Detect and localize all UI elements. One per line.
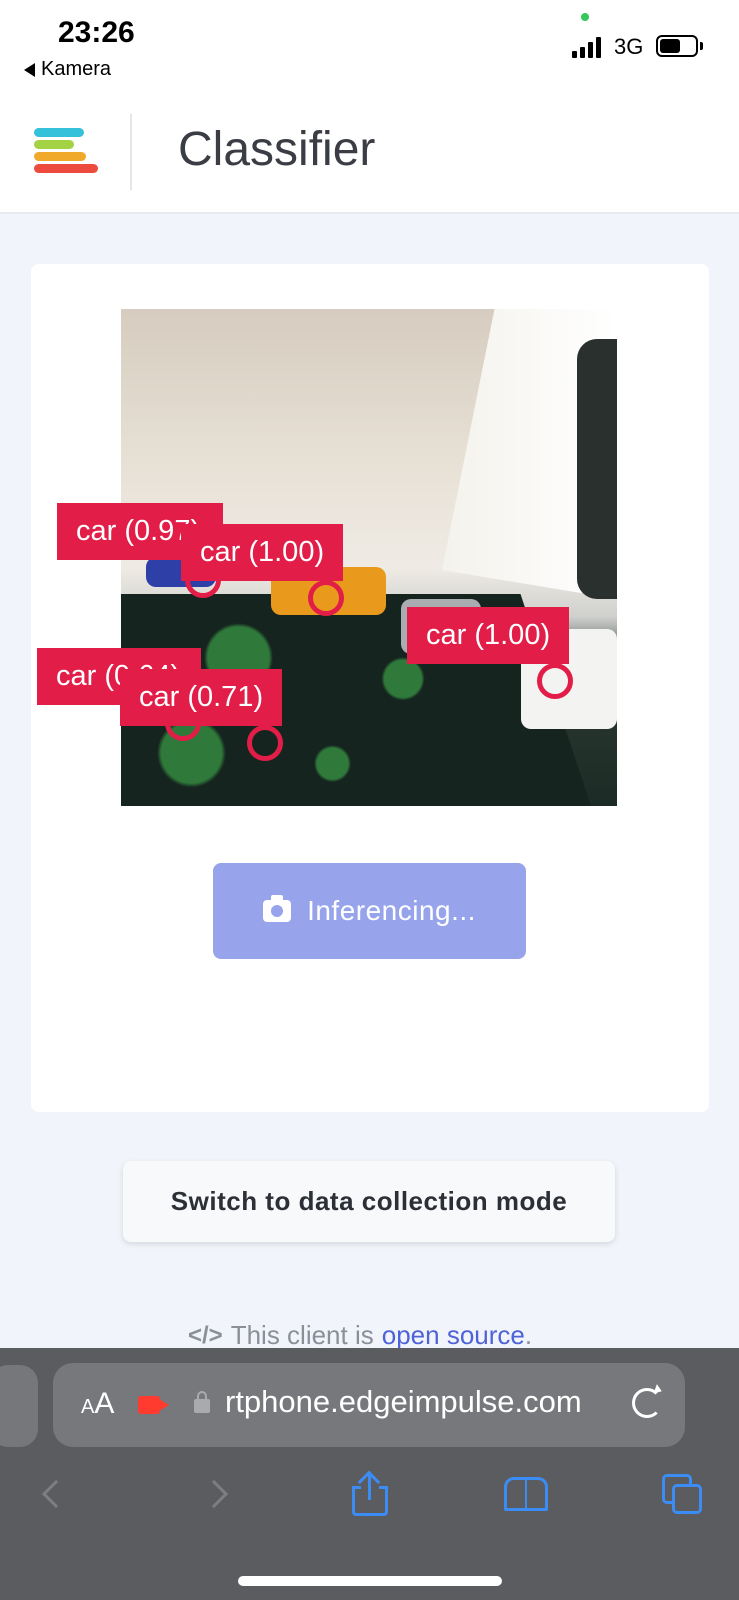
logo-bar: [34, 128, 84, 137]
signal-strength-icon: [572, 36, 601, 58]
detection-marker: [308, 580, 344, 616]
forward-icon: [199, 1479, 229, 1509]
footer-suffix: .: [524, 1320, 533, 1350]
previous-tab-peek[interactable]: [0, 1365, 38, 1447]
reader-options-button[interactable]: AA: [81, 1387, 114, 1421]
network-type: 3G: [614, 34, 644, 59]
share-icon: [352, 1470, 388, 1516]
camera-recording-icon[interactable]: [138, 1396, 160, 1414]
back-button[interactable]: [28, 1466, 84, 1522]
header-divider: [130, 114, 132, 190]
share-button[interactable]: [342, 1466, 398, 1522]
status-time: 23:26: [58, 16, 135, 49]
battery-level: [660, 39, 680, 53]
home-indicator[interactable]: [238, 1576, 502, 1586]
tabs-icon: [662, 1474, 702, 1514]
logo-bar: [34, 140, 74, 149]
bookmarks-button[interactable]: [498, 1466, 554, 1522]
logo-bar: [34, 164, 98, 173]
open-source-link[interactable]: open source: [382, 1320, 525, 1350]
detection-label: car (1.00): [181, 524, 344, 581]
inferencing-button[interactable]: Inferencing...: [213, 863, 526, 959]
lock-icon: [194, 1391, 210, 1413]
footer-prefix: This client is: [230, 1320, 374, 1350]
battery-nub: [700, 42, 703, 50]
forward-button[interactable]: [186, 1466, 242, 1522]
status-bar: 23:26 Kamera 3G: [0, 0, 739, 92]
camera-icon: [263, 895, 292, 922]
back-triangle-icon: [24, 62, 35, 77]
switch-mode-button[interactable]: Switch to data collection mode: [123, 1161, 615, 1242]
detection-marker: [537, 663, 573, 699]
inferencing-button-label: Inferencing...: [307, 895, 476, 926]
back-app-label: Kamera: [41, 58, 112, 80]
camera-in-use-indicator: [581, 13, 589, 21]
reload-icon[interactable]: [632, 1388, 662, 1418]
app-header: Classifier: [0, 92, 739, 214]
browser-toolbar: AA rtphone.edgeimpulse.com: [0, 1348, 739, 1600]
detection-label: car (1.00): [407, 607, 570, 664]
edge-impulse-logo: [34, 128, 98, 174]
logo-bar: [34, 152, 86, 161]
detection-marker: [247, 725, 283, 761]
page-title: Classifier: [178, 123, 376, 176]
address-bar[interactable]: AA rtphone.edgeimpulse.com: [53, 1363, 685, 1447]
bookmarks-icon: [504, 1477, 548, 1511]
back-to-app-link[interactable]: Kamera: [24, 58, 111, 81]
url-text[interactable]: rtphone.edgeimpulse.com: [225, 1384, 617, 1420]
code-icon: </>: [188, 1321, 223, 1349]
browser-nav-row: [0, 1466, 739, 1532]
battery-icon: [656, 35, 698, 57]
footer-note: </> This client is open source.: [188, 1320, 532, 1351]
scene-dark-object: [577, 339, 617, 599]
back-icon: [41, 1479, 71, 1509]
tabs-button[interactable]: [654, 1466, 710, 1522]
detection-label: car (0.71): [120, 669, 283, 726]
